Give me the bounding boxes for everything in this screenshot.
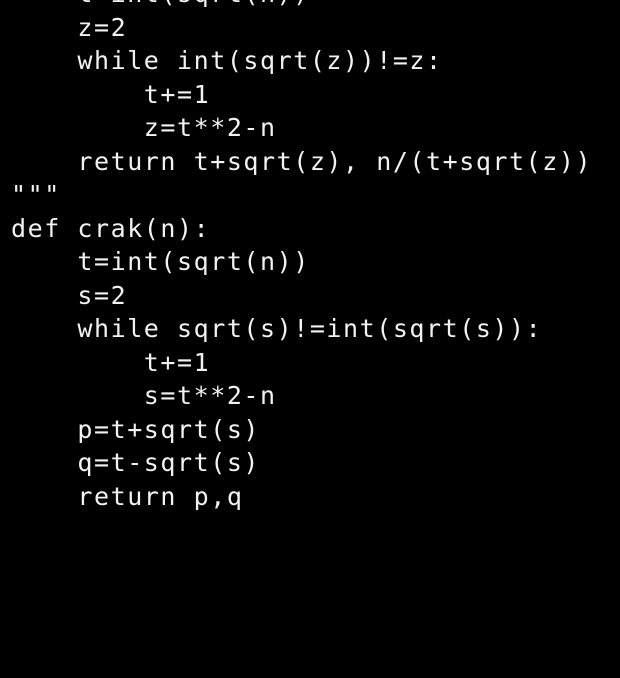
code-line: while sqrt(s)!=int(sqrt(s)): — [11, 314, 543, 343]
code-line: return t+sqrt(z), n/(t+sqrt(z)) — [11, 146, 593, 176]
code-line: p=t+sqrt(s) — [11, 414, 261, 444]
code-line: t=int(sqrt(n)) — [11, 0, 592, 11]
code-line: t=int(sqrt(n)) — [11, 247, 310, 276]
code-line: t+=1 — [11, 347, 211, 377]
code-line: s=2 — [11, 280, 128, 310]
code-editor[interactable]: t=int(sqrt(n)) z=2 while int(sqrt(z))!=z… — [0, 0, 620, 678]
code-line: t+=1 — [11, 79, 211, 109]
code-line: def crak(n): — [11, 213, 211, 243]
code-line: s=t**2-n — [11, 381, 277, 410]
code-line: while int(sqrt(z))!=z: — [11, 46, 443, 75]
code-line: return p,q — [11, 481, 244, 511]
code-line: """ — [11, 180, 61, 209]
code-block: t=int(sqrt(n)) z=2 while int(sqrt(z))!=z… — [11, 0, 592, 513]
code-line: z=2 — [11, 12, 128, 42]
code-line: z=t**2-n — [11, 113, 277, 142]
code-line: q=t-sqrt(s) — [11, 448, 261, 477]
